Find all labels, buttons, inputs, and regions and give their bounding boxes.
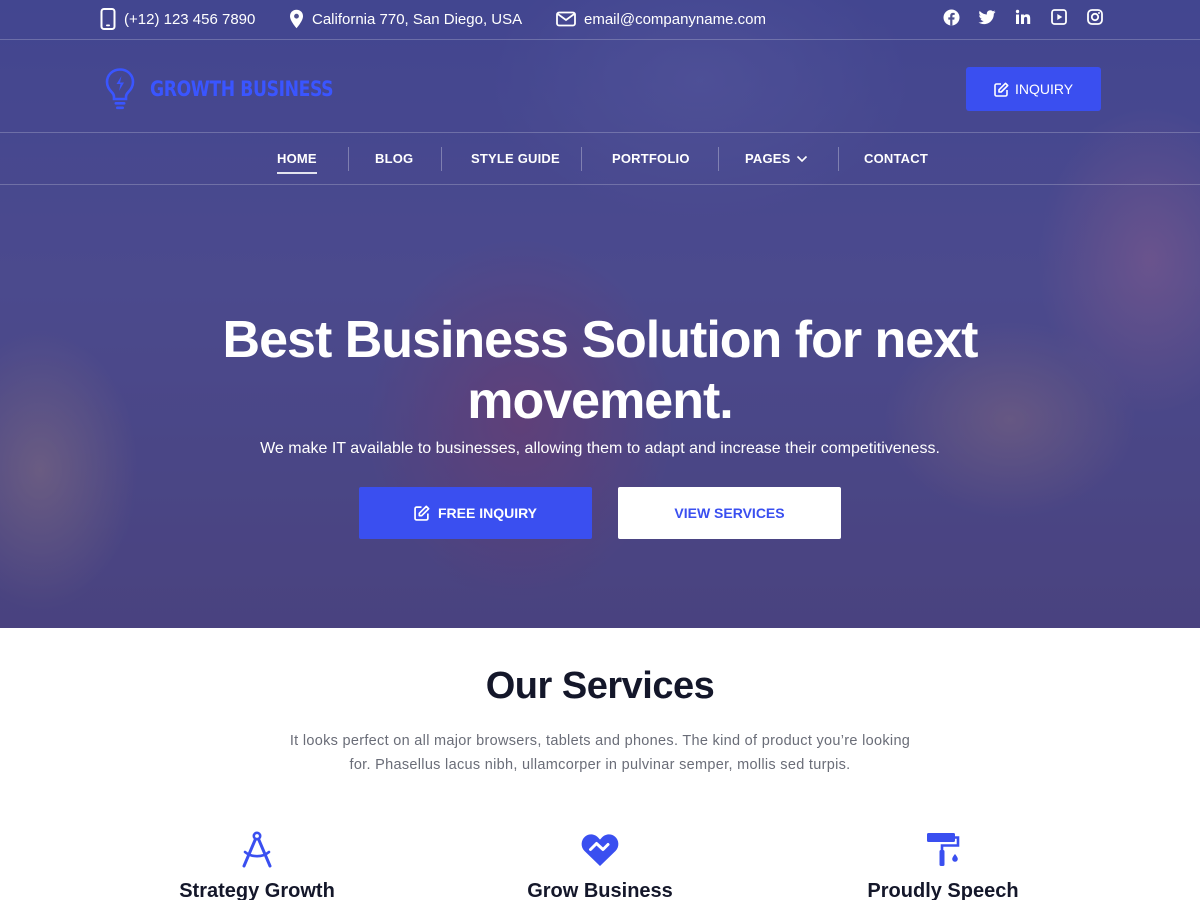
nav-item-label: HOME [277,151,317,166]
nav-item-style-guide[interactable]: STYLE GUIDE [471,151,560,166]
instagram-icon[interactable] [1086,8,1104,26]
compass-icon [107,830,407,870]
location-pin-icon [290,9,303,29]
envelope-icon [556,11,576,27]
phone-icon [100,8,116,30]
hero-title-line-1: Best Business Solution for next [222,311,979,369]
hero-section: (+12) 123 456 7890 California 770, San D… [0,0,1200,628]
services-description-line-2: for. Phasellus lacus nibh, ullamcorper i… [349,757,851,773]
main-navigation: HOME BLOG STYLE GUIDE PORTFOLIO PAGES CO… [0,133,1200,185]
hero-title: Best Business Solution for next movement… [100,310,1100,432]
address-text: California 770, San Diego, USA [312,10,523,28]
nav-item-label: CONTACT [864,151,928,166]
social-links [942,8,1104,26]
service-card-proudly-speech[interactable]: Proudly Speech [793,830,1093,900]
facebook-icon[interactable] [942,8,960,26]
nav-divider [838,147,839,171]
nav-item-contact[interactable]: CONTACT [864,151,928,166]
youtube-icon[interactable] [1050,8,1068,26]
lightbulb-icon [105,68,135,110]
address-contact: California 770, San Diego, USA [289,8,522,30]
service-card-grow-business[interactable]: Grow Business [450,830,750,900]
nav-divider [348,147,349,171]
nav-divider [581,147,582,171]
email-address: email@companyname.com [584,10,766,28]
nav-divider [718,147,719,171]
free-inquiry-button[interactable]: FREE INQUIRY [359,487,592,539]
site-header: GROWTH BUSINESS INQUIRY [0,40,1200,133]
services-heading: Our Services [485,665,715,707]
twitter-icon[interactable] [978,8,996,26]
hero-subtitle: We make IT available to businesses, allo… [260,440,940,457]
nav-item-label: BLOG [375,151,414,166]
service-title: Grow Business [527,880,673,900]
chevron-down-icon [796,155,807,162]
paint-roller-icon [793,830,1093,870]
nav-item-label: PORTFOLIO [612,151,690,166]
top-info-bar: (+12) 123 456 7890 California 770, San D… [0,0,1200,40]
nav-item-portfolio[interactable]: PORTFOLIO [612,151,690,166]
service-card-strategy-growth[interactable]: Strategy Growth [107,830,407,900]
nav-item-home[interactable]: HOME [277,151,317,174]
edit-icon [414,505,430,521]
free-inquiry-label: FREE INQUIRY [437,505,538,521]
view-services-label: VIEW SERVICES [674,505,785,521]
view-services-button[interactable]: VIEW SERVICES [618,487,841,539]
inquiry-button[interactable]: INQUIRY [966,67,1101,111]
inquiry-button-label: INQUIRY [1014,81,1074,97]
service-title: Proudly Speech [867,880,1019,900]
nav-item-blog[interactable]: BLOG [375,151,413,166]
site-logo[interactable]: GROWTH BUSINESS [104,67,373,111]
services-description-line-1: It looks perfect on all major browsers, … [289,733,911,749]
logo-text: GROWTH BUSINESS [150,77,334,101]
nav-item-pages[interactable]: PAGES [745,151,808,166]
handshake-heart-icon [450,830,750,870]
nav-divider [441,147,442,171]
phone-contact[interactable]: (+12) 123 456 7890 [100,8,255,30]
service-title: Strategy Growth [179,880,335,900]
hero-title-line-2: movement. [467,372,734,430]
phone-number: (+12) 123 456 7890 [124,10,256,28]
linkedin-icon[interactable] [1014,8,1032,26]
nav-item-label: PAGES [745,151,791,166]
nav-item-label: STYLE GUIDE [471,151,560,166]
email-contact[interactable]: email@companyname.com [556,8,766,30]
services-description: It looks perfect on all major browsers, … [250,729,950,777]
edit-icon [994,82,1009,97]
